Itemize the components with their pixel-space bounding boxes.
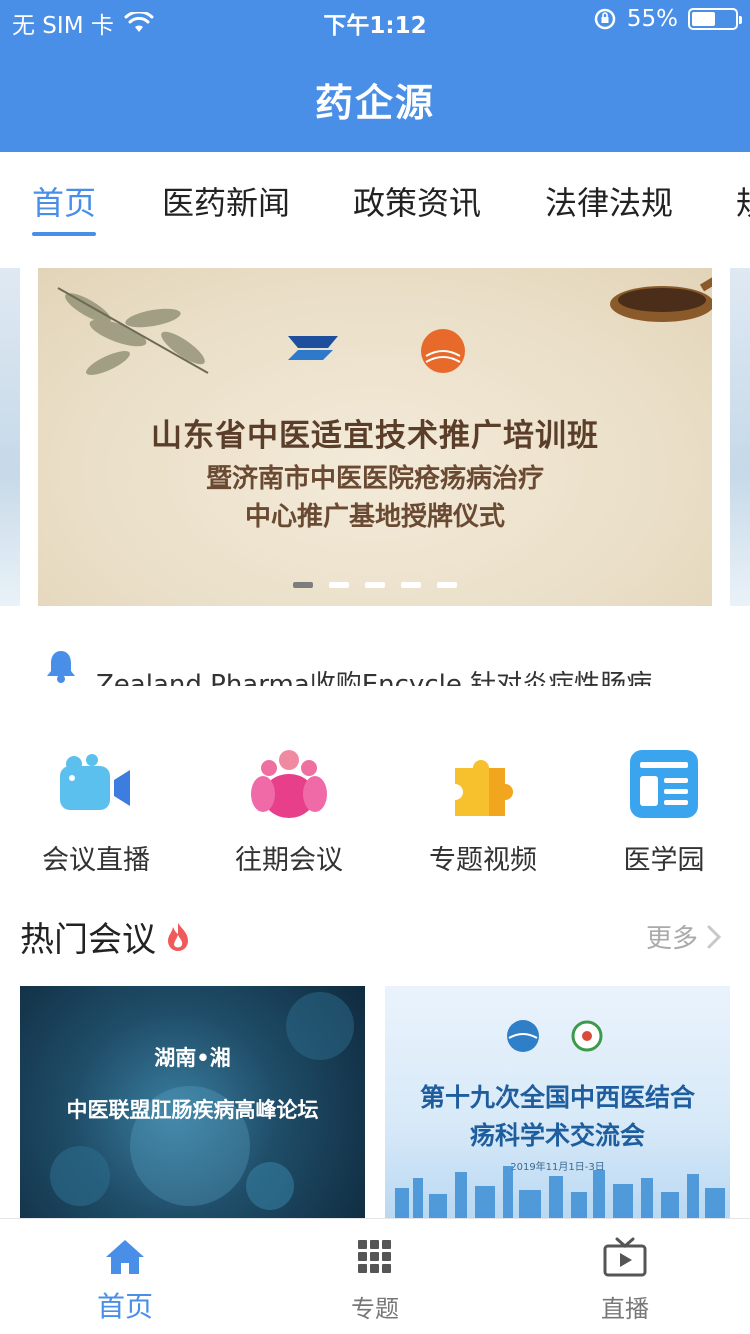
category-tabs: 首页 医药新闻 政策资讯 法律法规 规 (0, 152, 750, 242)
tab-medical-news[interactable]: 医药新闻 (162, 178, 290, 224)
carousel-dot[interactable] (365, 582, 385, 588)
bell-icon (47, 651, 75, 683)
top-bar: 无 SIM 卡 下午1:12 55% 药企源 (0, 0, 750, 152)
leaf-decoration (57, 287, 209, 375)
entry-live-meeting[interactable]: 会议直播 (16, 748, 176, 877)
tabbar-label: 专题 (351, 1295, 399, 1323)
hot-meetings-title: 热门会议 (20, 912, 192, 961)
tab-laws[interactable]: 法律法规 (545, 178, 673, 224)
city-skyline (395, 1166, 725, 1218)
entry-label: 会议直播 (42, 845, 150, 876)
more-link[interactable]: 更多 (646, 918, 722, 955)
banner-prev-peek (0, 268, 20, 606)
organizer-logo (288, 336, 338, 360)
herb-spoon-decoration (610, 277, 712, 322)
news-ticker[interactable]: Zealand Pharma收购Encycle 针对炎症性肠病 (0, 640, 750, 686)
banner-slide[interactable]: 山东省中医适宜技术推广培训班 暨济南市中医医院疮疡病治疗 中心推广基地授牌仪式 (38, 268, 712, 606)
chevron-right-icon (707, 925, 722, 948)
puzzle-icon (455, 760, 513, 816)
card-title-line2: 疡科学术交流会 (469, 1121, 645, 1150)
tab-policy[interactable]: 政策资讯 (353, 178, 481, 224)
section-title: 热门会议 (20, 920, 156, 960)
card-title-line1: 第十九次全国中西医结合 (419, 1083, 695, 1112)
entry-label: 往期会议 (235, 845, 343, 876)
tabbar-live[interactable]: 直播 (545, 1237, 705, 1324)
entry-past-meetings[interactable]: 往期会议 (209, 748, 369, 877)
tabbar-label: 直播 (601, 1295, 649, 1323)
tabbar-label: 首页 (96, 1290, 153, 1323)
battery-icon (688, 8, 742, 30)
orientation-lock-icon (594, 8, 616, 30)
meeting-card-1[interactable]: 湖南•湘 中医联盟肛肠疾病高峰论坛 (20, 986, 365, 1218)
tabbar-home[interactable]: 首页 (45, 1237, 205, 1325)
card-title-top: 湖南•湘 (154, 1046, 231, 1070)
bottom-tab-bar: 首页 专题 直播 (0, 1218, 750, 1334)
entry-label: 医学园 (623, 845, 705, 876)
status-bar: 无 SIM 卡 下午1:12 55% (0, 0, 750, 40)
tv-icon (603, 1237, 647, 1277)
carousel-dot[interactable] (401, 582, 421, 588)
banner-title: 山东省中医适宜技术推广培训班 (151, 418, 599, 454)
entry-medical-garden[interactable]: 医学园 (584, 748, 744, 877)
tab-home[interactable]: 首页 (32, 178, 96, 224)
home-icon (106, 1240, 144, 1274)
entry-label: 专题视频 (429, 845, 537, 876)
page-title: 药企源 (314, 81, 435, 125)
hospital-logo (421, 329, 465, 373)
carousel-indicators (0, 582, 750, 588)
tabbar-topics[interactable]: 专题 (295, 1237, 455, 1324)
card-title: 中医联盟肛肠疾病高峰论坛 (66, 1098, 319, 1122)
carousel-dot[interactable] (329, 582, 349, 588)
entry-topic-videos[interactable]: 专题视频 (403, 748, 563, 877)
tab-active-indicator (32, 232, 96, 236)
ticker-text[interactable]: Zealand Pharma收购Encycle 针对炎症性肠病 (96, 664, 652, 686)
banner-subtitle-2: 中心推广基地授牌仪式 (244, 502, 505, 532)
grid-icon (358, 1240, 391, 1273)
carousel-dot[interactable] (293, 582, 313, 588)
more-label: 更多 (645, 924, 698, 954)
banner-next-peek (730, 268, 750, 606)
newspaper-icon (630, 750, 698, 818)
video-camera-icon (60, 754, 130, 810)
flame-icon (168, 922, 188, 951)
people-group-icon (251, 750, 327, 818)
meeting-card-2[interactable]: 第十九次全国中西医结合 疡科学术交流会 2019年11月1日-3日 (385, 986, 730, 1218)
banner-carousel[interactable]: 山东省中医适宜技术推广培训班 暨济南市中医医院疮疡病治疗 中心推广基地授牌仪式 (0, 268, 750, 606)
banner-subtitle-1: 暨济南市中医医院疮疡病治疗 (205, 464, 544, 494)
tab-next[interactable]: 规 (736, 178, 750, 224)
conference-logos (507, 1020, 603, 1052)
carousel-dot[interactable] (437, 582, 457, 588)
battery-percent: 55% (626, 6, 678, 32)
quick-entries: 会议直播 往期会议 专题视频 医学园 (0, 748, 750, 878)
